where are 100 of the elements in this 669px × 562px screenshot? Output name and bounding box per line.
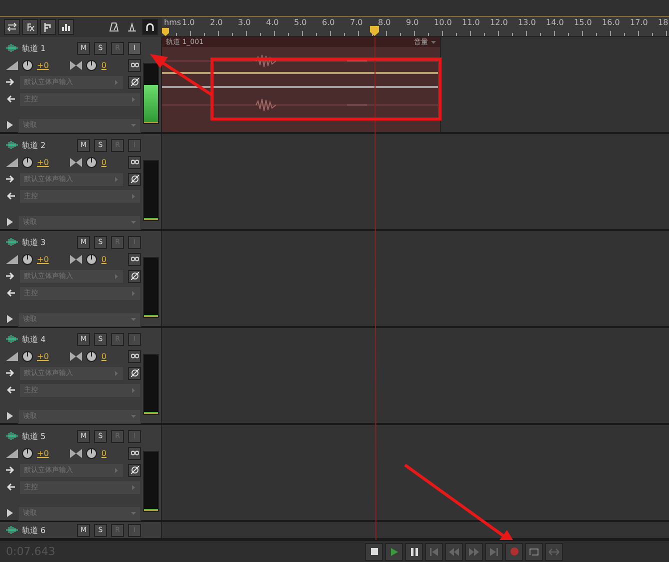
input-arrow-icon xyxy=(6,369,15,377)
volume-icon xyxy=(6,254,18,264)
volume-value[interactable]: +0 xyxy=(37,254,49,264)
caret-icon xyxy=(131,122,136,128)
phase-icon xyxy=(130,78,138,86)
volume-icon xyxy=(6,448,18,458)
volume-value[interactable]: +0 xyxy=(37,158,49,166)
fx-icon[interactable] xyxy=(22,19,38,35)
playhead-marker-icon[interactable] xyxy=(370,26,379,36)
skip-button[interactable] xyxy=(545,542,563,560)
phase-icon xyxy=(130,175,138,183)
pan-value[interactable]: 0 xyxy=(101,254,106,264)
volume-knob[interactable] xyxy=(22,156,33,168)
phase-button[interactable] xyxy=(128,464,141,476)
pan-icon xyxy=(70,60,82,70)
caret-icon xyxy=(114,176,119,182)
input-arrow-icon xyxy=(6,466,15,474)
phase-icon xyxy=(130,466,138,474)
caret-icon xyxy=(131,96,136,102)
volume-icon xyxy=(6,158,18,166)
swap-icon[interactable] xyxy=(4,19,20,35)
pause-button[interactable] xyxy=(405,542,423,560)
skip-end-button[interactable] xyxy=(485,542,503,560)
stereo-icon xyxy=(130,256,139,262)
pan-icon xyxy=(70,254,82,264)
record-button[interactable] xyxy=(505,542,523,560)
caret-icon xyxy=(114,80,119,84)
track-name: 轨道 4 xyxy=(22,334,47,344)
phase-button[interactable] xyxy=(128,76,141,88)
stereo-button[interactable] xyxy=(128,350,142,362)
pan-knob[interactable] xyxy=(86,60,98,70)
volume-knob[interactable] xyxy=(22,350,33,362)
loop-icon xyxy=(529,548,539,556)
ruler-label: 13.0 xyxy=(518,18,536,27)
volume-value[interactable]: +0 xyxy=(37,352,49,360)
pan-value[interactable]: 0 xyxy=(101,60,106,70)
skip-start-icon xyxy=(430,548,438,556)
ruler-label: 12.0 xyxy=(490,18,508,27)
ruler-label: 15.0 xyxy=(574,18,592,27)
phase-button[interactable] xyxy=(128,366,141,380)
eq-icon[interactable] xyxy=(58,19,74,35)
play-button[interactable] xyxy=(385,542,403,560)
stop-icon xyxy=(370,548,378,555)
waveform-icon xyxy=(6,526,18,534)
pause-icon xyxy=(410,548,418,556)
stereo-button[interactable] xyxy=(128,446,142,460)
fast-forward-button[interactable] xyxy=(465,542,483,560)
waveform-icon xyxy=(6,44,18,52)
volume-knob[interactable] xyxy=(22,60,33,70)
caret-icon xyxy=(114,274,119,278)
headphones-icon[interactable] xyxy=(142,19,158,35)
sends-icon[interactable] xyxy=(40,19,56,35)
pan-knob[interactable] xyxy=(86,350,98,362)
pan-knob[interactable] xyxy=(86,448,98,458)
pan-knob[interactable] xyxy=(86,254,98,264)
volume-knob[interactable] xyxy=(22,448,33,458)
skip-start-button[interactable] xyxy=(425,542,443,560)
caret-icon xyxy=(131,316,136,322)
caret-icon xyxy=(131,414,136,418)
waveform-icon xyxy=(6,432,18,440)
ruler-label: 8.0 xyxy=(378,18,391,27)
caret-icon xyxy=(131,220,136,224)
volume-value[interactable]: +0 xyxy=(37,448,49,458)
track-name: 轨道 1 xyxy=(22,42,47,54)
ruler-label: 6.0 xyxy=(322,18,335,27)
input-arrow-icon xyxy=(6,272,15,280)
volume-value[interactable]: +0 xyxy=(37,60,49,70)
caret-icon xyxy=(131,194,136,198)
stereo-icon xyxy=(130,450,139,456)
play-triangle-icon xyxy=(6,121,14,129)
stereo-button[interactable] xyxy=(128,156,142,168)
ruler-label: 1.0 xyxy=(182,18,195,27)
stop-button[interactable] xyxy=(365,542,383,560)
volume-icon xyxy=(6,352,18,360)
ruler-label: 10.0 xyxy=(434,18,452,27)
phase-button[interactable] xyxy=(128,172,141,186)
pan-value[interactable]: 0 xyxy=(101,448,106,458)
waveform-icon xyxy=(6,238,18,246)
stereo-icon xyxy=(130,62,139,68)
ruler-label: 5.0 xyxy=(294,18,307,27)
fast-forward-icon xyxy=(469,548,479,556)
play-triangle-icon xyxy=(6,509,14,517)
output-arrow-icon xyxy=(6,483,15,491)
phase-button[interactable] xyxy=(128,270,141,282)
rewind-icon xyxy=(449,548,459,556)
track-name: 轨道 3 xyxy=(22,236,47,248)
pan-value[interactable]: 0 xyxy=(101,158,106,166)
record-icon xyxy=(510,547,518,556)
loop-button[interactable] xyxy=(525,542,543,560)
ruler-label: 7.0 xyxy=(350,18,363,27)
pan-knob[interactable] xyxy=(86,156,98,168)
pan-value[interactable]: 0 xyxy=(101,352,106,360)
stereo-button[interactable] xyxy=(128,252,142,266)
caret-icon xyxy=(131,484,136,490)
rewind-button[interactable] xyxy=(445,542,463,560)
volume-knob[interactable] xyxy=(22,254,33,264)
ruler-unit: hms xyxy=(164,18,182,27)
stereo-button[interactable] xyxy=(128,58,142,72)
ruler-label: 9.0 xyxy=(406,18,419,27)
ruler-label: 18. xyxy=(658,18,669,27)
